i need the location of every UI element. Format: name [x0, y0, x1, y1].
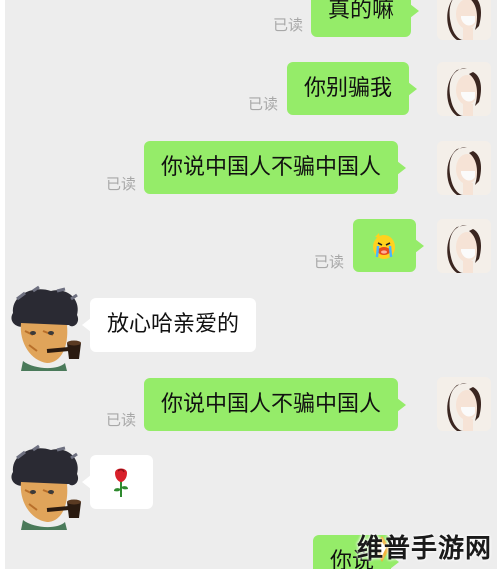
- my-avatar[interactable]: [437, 62, 491, 116]
- read-status: 已读: [273, 16, 304, 34]
- read-status: 已读: [106, 175, 137, 193]
- message-bubble[interactable]: 真的嘛: [311, 0, 420, 37]
- my-avatar[interactable]: [437, 141, 491, 195]
- woman-avatar-icon: [437, 0, 491, 40]
- sticker-bubble[interactable]: [353, 219, 424, 272]
- message-bubble[interactable]: 你别骗我: [287, 62, 418, 115]
- van-gogh-pipe-avatar-icon: [11, 285, 81, 371]
- message-bubble[interactable]: 放心哈亲爱的: [81, 298, 257, 352]
- my-avatar[interactable]: [437, 219, 491, 273]
- woman-avatar-icon: [437, 377, 491, 431]
- chat-window: 已读 真的嘛 已读 你别骗我 已读 你说中国人不骗中国人 已读 放心哈亲爱的 已…: [5, 0, 497, 569]
- crying-duck-emoji-icon: [373, 233, 395, 259]
- woman-avatar-icon: [437, 141, 491, 195]
- read-status: 已读: [314, 253, 345, 271]
- message-bubble[interactable]: 你说中国人不骗中国人: [144, 378, 407, 431]
- my-avatar[interactable]: [437, 377, 491, 431]
- read-status: 已读: [106, 411, 137, 429]
- sticker-bubble[interactable]: [82, 455, 153, 509]
- rose-emoji-icon: [114, 468, 128, 497]
- message-bubble[interactable]: 你说中国人不骗中国人: [144, 141, 407, 194]
- van-gogh-pipe-avatar-icon: [11, 444, 81, 530]
- my-avatar[interactable]: [437, 0, 491, 40]
- contact-avatar[interactable]: [5, 444, 83, 530]
- woman-avatar-icon: [437, 62, 491, 116]
- woman-avatar-icon: [437, 219, 491, 273]
- read-status: 已读: [248, 95, 279, 113]
- watermark-text: 维普手游网: [356, 534, 492, 564]
- contact-avatar[interactable]: [5, 285, 83, 371]
